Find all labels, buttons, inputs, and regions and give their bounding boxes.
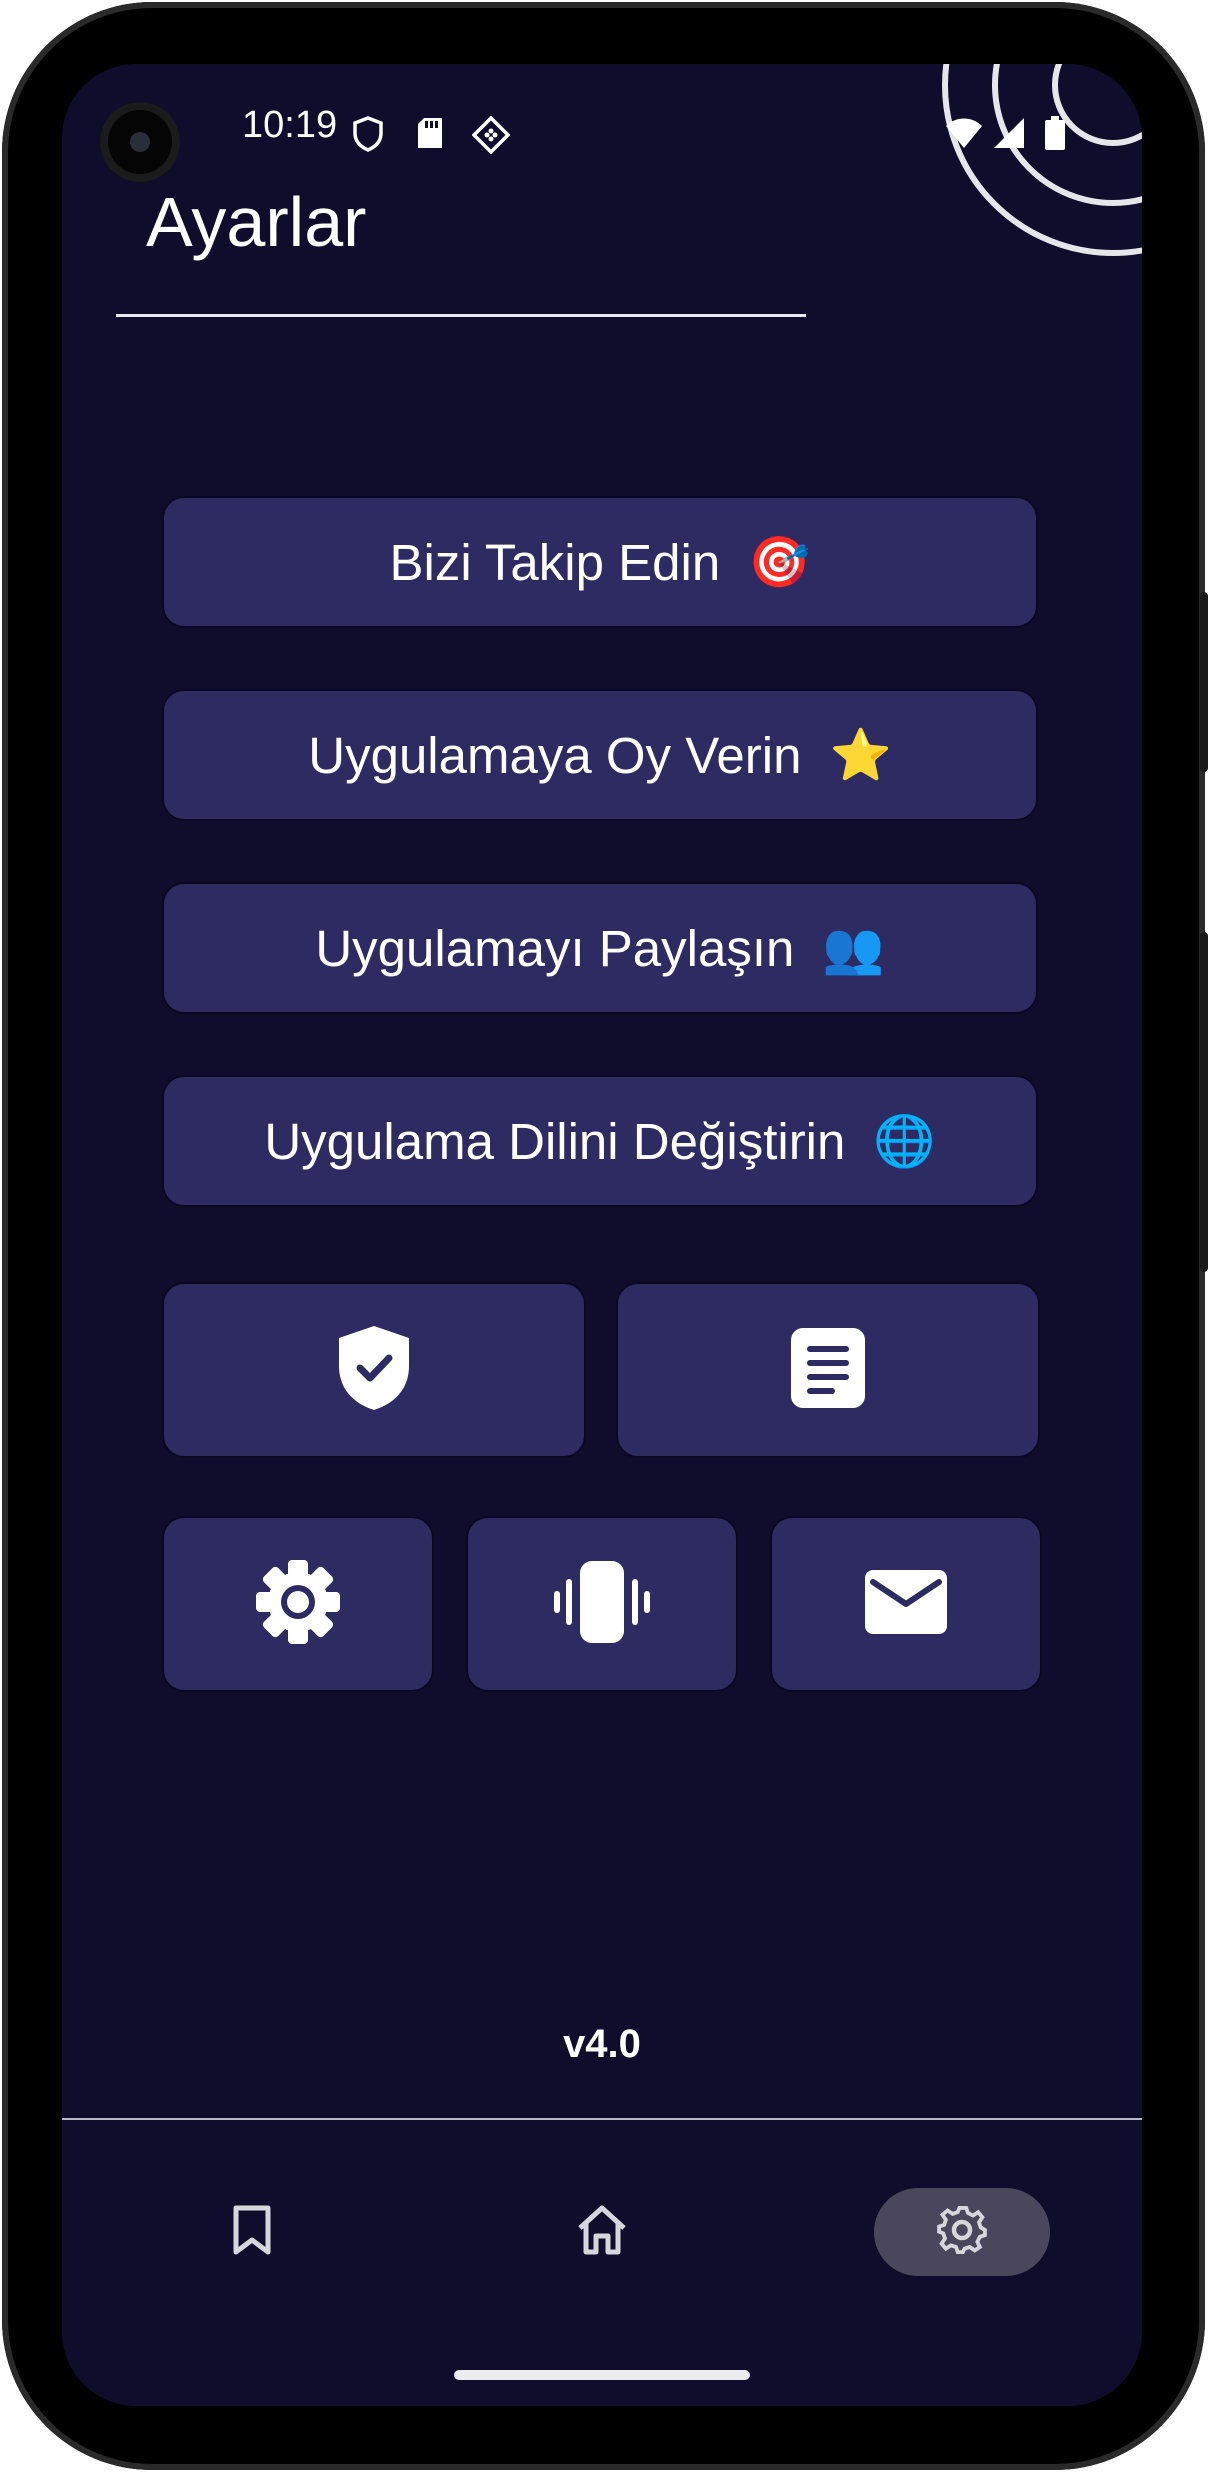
terms-document-button[interactable] [616,1282,1040,1458]
contact-mail-button[interactable] [770,1516,1042,1692]
sd-card-icon [416,116,444,155]
title-divider [116,314,806,317]
phone-frame: 10:19 Ayarlar Bizi Takip Edin 🎯 Uygulama… [2,2,1208,2470]
settings-gear-icon [934,2202,990,2263]
front-camera [100,102,180,182]
status-time: 10:19 [242,104,338,146]
bookmark-icon [230,2204,274,2261]
home-icon [574,2204,630,2261]
vibration-button[interactable] [466,1516,738,1692]
wifi-icon [944,116,984,155]
change-language-button[interactable]: Uygulama Dilini Değiştirin 🌐 [162,1075,1038,1207]
rate-app-button[interactable]: Uygulamaya Oy Verin ⭐ [162,689,1038,821]
share-app-button[interactable]: Uygulamayı Paylaşın 👥 [162,882,1038,1014]
document-icon [789,1326,867,1415]
app-notification-icon [471,115,511,159]
nav-settings[interactable] [912,2184,1012,2280]
target-icon: 🎯 [748,534,811,590]
change-language-label: Uygulama Dilini Değiştirin [264,1112,846,1170]
app-screen: 10:19 Ayarlar Bizi Takip Edin 🎯 Uygulama… [62,64,1142,2406]
globe-icon: 🌐 [873,1113,936,1169]
privacy-shield-icon [333,1322,415,1419]
volume-button [1200,592,1208,772]
theme-gear-icon [255,1559,341,1650]
star-icon: ⭐ [829,727,892,783]
theme-settings-button[interactable] [162,1516,434,1692]
share-app-label: Uygulamayı Paylaşın [315,919,795,977]
privacy-policy-button[interactable] [162,1282,586,1458]
app-version: v4.0 [563,2022,641,2066]
home-indicator[interactable] [454,2370,750,2380]
shield-icon [352,116,384,157]
rate-app-label: Uygulamaya Oy Verin [308,726,802,784]
follow-us-button[interactable]: Bizi Takip Edin 🎯 [162,496,1038,628]
follow-us-label: Bizi Takip Edin [389,533,721,591]
page-title: Ayarlar [146,183,367,261]
cellular-signal-icon [992,116,1026,155]
bottom-nav-divider [62,2118,1142,2120]
mail-icon [863,1568,949,1641]
battery-icon [1044,116,1066,155]
vibration-icon [550,1557,654,1652]
people-icon: 👥 [822,920,885,976]
nav-saved[interactable] [202,2184,302,2280]
nav-home[interactable] [552,2184,652,2280]
power-button [1200,932,1208,1272]
